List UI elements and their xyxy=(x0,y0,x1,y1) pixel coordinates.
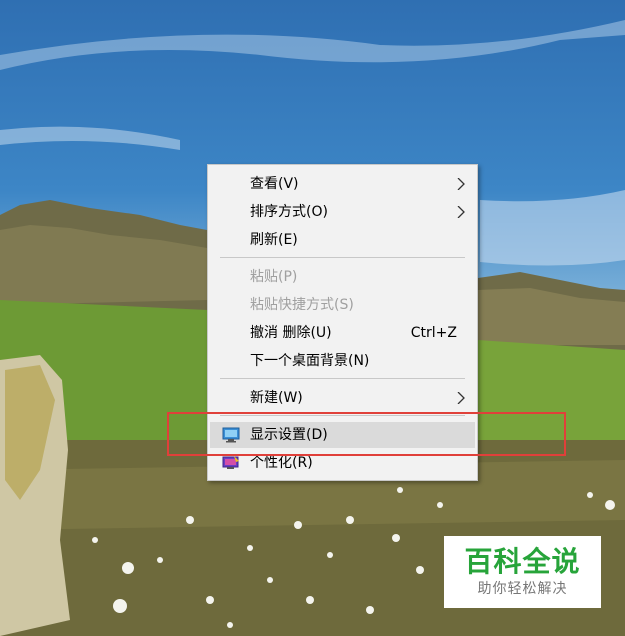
watermark-logo: 百科全说 助你轻松解决 xyxy=(444,536,601,608)
desktop-background[interactable]: 查看(V) 排序方式(O) 刷新(E) 粘贴(P) 粘贴快捷方式(S) 撤消 删… xyxy=(0,0,625,636)
menu-item-label: 下一个桌面背景(N) xyxy=(250,353,370,369)
menu-item-label: 撤消 删除(U) xyxy=(250,325,332,341)
annotation-highlight-box xyxy=(167,412,566,456)
menu-item-new[interactable]: 新建(W) xyxy=(210,385,475,411)
menu-separator xyxy=(220,257,465,258)
menu-item-undo-delete[interactable]: 撤消 删除(U) Ctrl+Z xyxy=(210,320,475,346)
watermark-subtitle: 助你轻松解决 xyxy=(477,581,568,597)
chevron-right-icon xyxy=(457,178,465,190)
menu-item-label: 粘贴快捷方式(S) xyxy=(250,297,354,313)
menu-item-label: 查看(V) xyxy=(250,176,299,192)
watermark-title: 百科全说 xyxy=(464,545,581,578)
menu-item-shortcut: Ctrl+Z xyxy=(410,325,457,341)
menu-item-label: 粘贴(P) xyxy=(250,269,298,285)
chevron-right-icon xyxy=(457,206,465,218)
menu-item-view[interactable]: 查看(V) xyxy=(210,171,475,197)
personalize-icon xyxy=(222,456,239,469)
menu-item-paste[interactable]: 粘贴(P) xyxy=(210,264,475,290)
menu-item-label: 刷新(E) xyxy=(250,232,298,248)
menu-item-next-background[interactable]: 下一个桌面背景(N) xyxy=(210,348,475,374)
menu-item-label: 排序方式(O) xyxy=(250,204,328,220)
chevron-right-icon xyxy=(457,392,465,404)
menu-item-label: 新建(W) xyxy=(250,390,303,406)
menu-item-sort-by[interactable]: 排序方式(O) xyxy=(210,199,475,225)
menu-item-refresh[interactable]: 刷新(E) xyxy=(210,227,475,253)
menu-item-paste-shortcut[interactable]: 粘贴快捷方式(S) xyxy=(210,292,475,318)
menu-separator xyxy=(220,378,465,379)
